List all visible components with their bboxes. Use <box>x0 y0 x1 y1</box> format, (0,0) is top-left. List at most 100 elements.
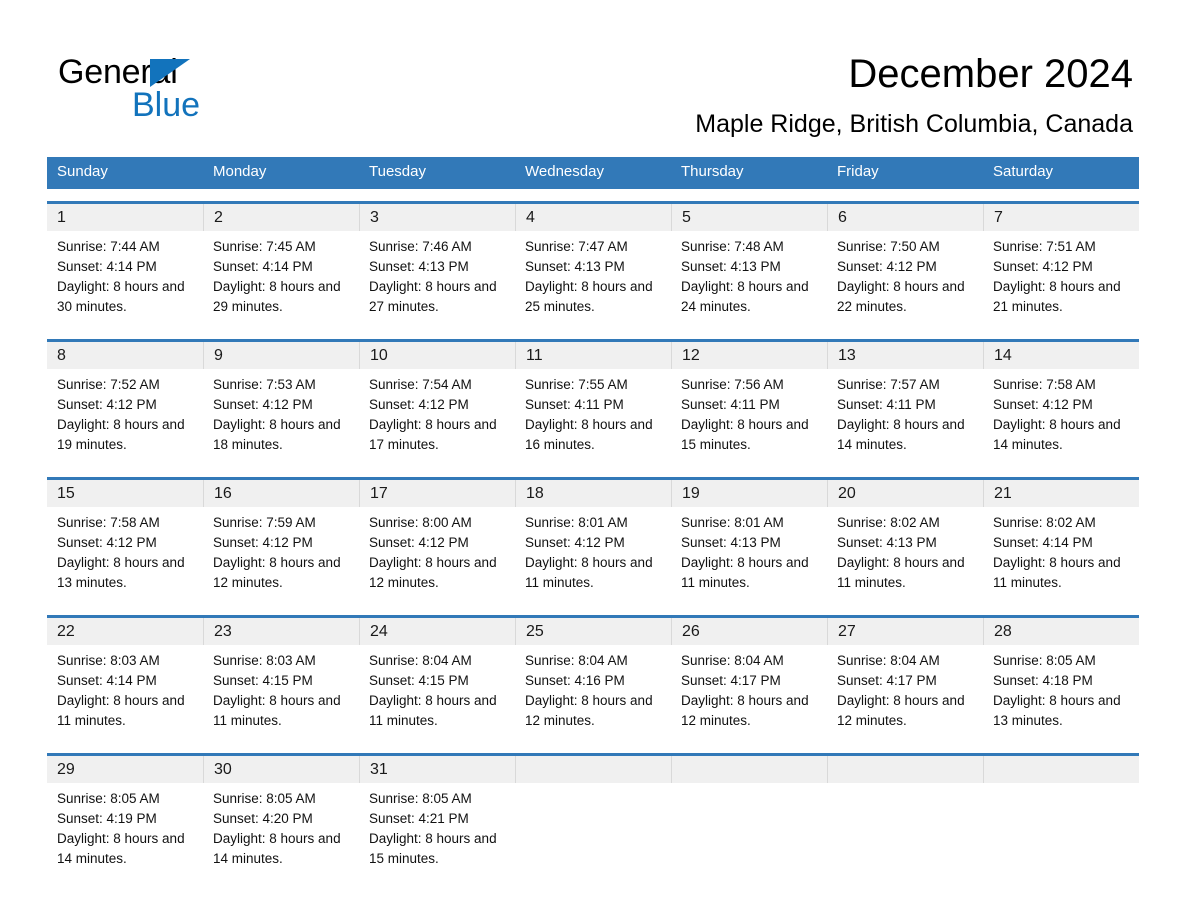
day-number[interactable]: 5 <box>671 204 827 231</box>
day-number[interactable]: 17 <box>359 480 515 507</box>
daylight-text: Daylight: 8 hours and 16 minutes. <box>525 417 653 452</box>
daylight-text: Daylight: 8 hours and 27 minutes. <box>369 279 497 314</box>
weekday-header-row: Sunday Monday Tuesday Wednesday Thursday… <box>47 157 1139 189</box>
sunrise-text: Sunrise: 7:46 AM <box>369 239 472 254</box>
day-number[interactable]: 15 <box>47 480 203 507</box>
week-daynumber-band: 15 16 17 18 19 20 21 <box>47 480 1139 507</box>
week-daynumber-band: 22 23 24 25 26 27 28 <box>47 618 1139 645</box>
general-blue-logo: General Blue <box>58 52 258 124</box>
day-cell-empty <box>515 783 671 879</box>
day-number[interactable]: 12 <box>671 342 827 369</box>
day-number[interactable]: 20 <box>827 480 983 507</box>
sunrise-text: Sunrise: 7:45 AM <box>213 239 316 254</box>
day-cell-empty <box>671 783 827 879</box>
day-number[interactable]: 27 <box>827 618 983 645</box>
day-number-empty <box>515 756 671 783</box>
daylight-text: Daylight: 8 hours and 14 minutes. <box>993 417 1121 452</box>
calendar-page: General Blue December 2024 Maple Ridge, … <box>0 0 1188 918</box>
day-cell: Sunrise: 8:02 AM Sunset: 4:13 PM Dayligh… <box>827 507 983 603</box>
daylight-text: Daylight: 8 hours and 14 minutes. <box>837 417 965 452</box>
week-daynumber-band: 8 9 10 11 12 13 14 <box>47 342 1139 369</box>
week-detail-band: Sunrise: 8:05 AM Sunset: 4:19 PM Dayligh… <box>47 783 1139 879</box>
sunset-text: Sunset: 4:11 PM <box>681 397 780 412</box>
logo-text-blue: Blue <box>132 86 201 124</box>
weekday-header-tuesday: Tuesday <box>369 163 426 180</box>
day-cell-empty <box>983 783 1139 879</box>
day-cell: Sunrise: 8:05 AM Sunset: 4:19 PM Dayligh… <box>47 783 203 879</box>
logo-triangle-icon <box>150 59 190 87</box>
daylight-text: Daylight: 8 hours and 13 minutes. <box>57 555 185 590</box>
sunset-text: Sunset: 4:13 PM <box>369 259 469 274</box>
sunrise-text: Sunrise: 7:56 AM <box>681 377 784 392</box>
day-number[interactable]: 22 <box>47 618 203 645</box>
sunset-text: Sunset: 4:15 PM <box>213 673 313 688</box>
sunrise-text: Sunrise: 7:51 AM <box>993 239 1096 254</box>
day-cell: Sunrise: 7:59 AM Sunset: 4:12 PM Dayligh… <box>203 507 359 603</box>
sunset-text: Sunset: 4:12 PM <box>369 397 469 412</box>
daylight-text: Daylight: 8 hours and 14 minutes. <box>57 831 185 866</box>
day-cell: Sunrise: 8:05 AM Sunset: 4:21 PM Dayligh… <box>359 783 515 879</box>
daylight-text: Daylight: 8 hours and 11 minutes. <box>369 693 497 728</box>
day-number[interactable]: 25 <box>515 618 671 645</box>
page-title: December 2024 <box>848 52 1133 96</box>
daylight-text: Daylight: 8 hours and 21 minutes. <box>993 279 1121 314</box>
daylight-text: Daylight: 8 hours and 22 minutes. <box>837 279 965 314</box>
day-number[interactable]: 24 <box>359 618 515 645</box>
day-number[interactable]: 26 <box>671 618 827 645</box>
sunset-text: Sunset: 4:16 PM <box>525 673 625 688</box>
sunset-text: Sunset: 4:14 PM <box>213 259 313 274</box>
day-cell: Sunrise: 8:00 AM Sunset: 4:12 PM Dayligh… <box>359 507 515 603</box>
day-cell: Sunrise: 7:54 AM Sunset: 4:12 PM Dayligh… <box>359 369 515 465</box>
daylight-text: Daylight: 8 hours and 18 minutes. <box>213 417 341 452</box>
sunset-text: Sunset: 4:14 PM <box>57 673 157 688</box>
daylight-text: Daylight: 8 hours and 15 minutes. <box>369 831 497 866</box>
day-number[interactable]: 3 <box>359 204 515 231</box>
sunset-text: Sunset: 4:11 PM <box>837 397 936 412</box>
day-number[interactable]: 9 <box>203 342 359 369</box>
week-detail-band: Sunrise: 7:52 AM Sunset: 4:12 PM Dayligh… <box>47 369 1139 465</box>
day-number[interactable]: 10 <box>359 342 515 369</box>
day-number[interactable]: 28 <box>983 618 1139 645</box>
day-number[interactable]: 19 <box>671 480 827 507</box>
day-number[interactable]: 16 <box>203 480 359 507</box>
day-cell: Sunrise: 7:58 AM Sunset: 4:12 PM Dayligh… <box>47 507 203 603</box>
day-number[interactable]: 7 <box>983 204 1139 231</box>
day-number[interactable]: 31 <box>359 756 515 783</box>
day-cell: Sunrise: 8:05 AM Sunset: 4:18 PM Dayligh… <box>983 645 1139 741</box>
day-number[interactable]: 14 <box>983 342 1139 369</box>
sunset-text: Sunset: 4:12 PM <box>837 259 937 274</box>
day-number-empty <box>827 756 983 783</box>
weekday-header-thursday: Thursday <box>681 163 744 180</box>
day-number[interactable]: 6 <box>827 204 983 231</box>
day-number[interactable]: 23 <box>203 618 359 645</box>
sunset-text: Sunset: 4:14 PM <box>993 535 1093 550</box>
day-number[interactable]: 18 <box>515 480 671 507</box>
day-cell: Sunrise: 7:45 AM Sunset: 4:14 PM Dayligh… <box>203 231 359 327</box>
daylight-text: Daylight: 8 hours and 30 minutes. <box>57 279 185 314</box>
sunset-text: Sunset: 4:13 PM <box>681 259 781 274</box>
calendar-week-row: 22 23 24 25 26 27 28 Sunrise: 8:03 AM Su… <box>47 615 1139 741</box>
day-number-empty <box>983 756 1139 783</box>
weekday-header-saturday: Saturday <box>993 163 1054 180</box>
daylight-text: Daylight: 8 hours and 11 minutes. <box>213 693 341 728</box>
sunrise-text: Sunrise: 7:52 AM <box>57 377 160 392</box>
day-number[interactable]: 11 <box>515 342 671 369</box>
sunrise-text: Sunrise: 7:50 AM <box>837 239 940 254</box>
day-number[interactable]: 29 <box>47 756 203 783</box>
day-number[interactable]: 1 <box>47 204 203 231</box>
day-number[interactable]: 30 <box>203 756 359 783</box>
sunrise-text: Sunrise: 7:58 AM <box>57 515 160 530</box>
daylight-text: Daylight: 8 hours and 29 minutes. <box>213 279 341 314</box>
sunrise-text: Sunrise: 8:05 AM <box>57 791 160 806</box>
day-number[interactable]: 4 <box>515 204 671 231</box>
day-cell: Sunrise: 7:47 AM Sunset: 4:13 PM Dayligh… <box>515 231 671 327</box>
sunrise-text: Sunrise: 8:05 AM <box>369 791 472 806</box>
sunset-text: Sunset: 4:21 PM <box>369 811 469 826</box>
day-cell: Sunrise: 8:02 AM Sunset: 4:14 PM Dayligh… <box>983 507 1139 603</box>
day-number[interactable]: 21 <box>983 480 1139 507</box>
day-number[interactable]: 13 <box>827 342 983 369</box>
day-number[interactable]: 2 <box>203 204 359 231</box>
sunrise-text: Sunrise: 8:03 AM <box>57 653 160 668</box>
day-cell: Sunrise: 7:56 AM Sunset: 4:11 PM Dayligh… <box>671 369 827 465</box>
day-number[interactable]: 8 <box>47 342 203 369</box>
